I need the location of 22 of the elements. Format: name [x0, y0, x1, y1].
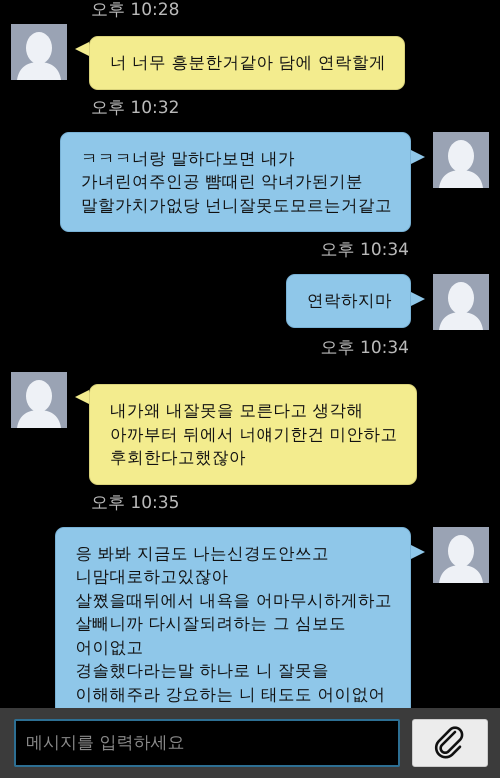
- message-time: 오후 10:32: [91, 98, 180, 118]
- message-bubble: 응 봐봐 지금도 나는신경도안쓰고 니맘대로하고있잖아 살쪘을때뒤에서 내욕을 어마무시하게하고 살빼니까 다시잘되려하는 그 심보도 어이없고 경솔했다라는말 하나로 니 잘못을 이해해주라 강요하는 니 태도도 어이없어: [54, 526, 411, 708]
- bubble-tail: [411, 544, 425, 558]
- message-time: 오후 10:34: [320, 338, 409, 358]
- message-input[interactable]: 메시지를 입력하세요: [14, 719, 400, 767]
- bubble-tail: [75, 390, 89, 404]
- message-time: 오후 10:28: [91, 0, 180, 20]
- bubble-tail: [75, 42, 89, 56]
- message-time: 오후 10:35: [91, 492, 180, 512]
- message-bubble: 내가왜 내잘못을 모른다고 생각해 아까부터 뒤에서 너얘기한건 미안하고 후회한다고했잖아: [89, 384, 417, 484]
- message-bubble: ㅋㅋㅋ너랑 말하다보면 내가 가녀린여주인공 뺨때린 악녀가된기분 말할가치가없당 넌니잘못도모르는거같고: [60, 132, 411, 232]
- message-time: 오후 10:34: [320, 240, 409, 260]
- avatar-icon[interactable]: [11, 372, 67, 428]
- bubble-tail: [411, 292, 425, 306]
- avatar-icon[interactable]: [433, 132, 489, 188]
- attach-button[interactable]: [412, 719, 488, 767]
- avatar-icon[interactable]: [11, 24, 67, 80]
- message-bubble: 연락하지마: [286, 274, 411, 328]
- bubble-tail: [411, 150, 425, 164]
- message-bubble: 너 너무 흥분한거같아 담에 연락할게: [89, 36, 405, 90]
- avatar-icon[interactable]: [433, 526, 489, 582]
- avatar-icon[interactable]: [433, 274, 489, 330]
